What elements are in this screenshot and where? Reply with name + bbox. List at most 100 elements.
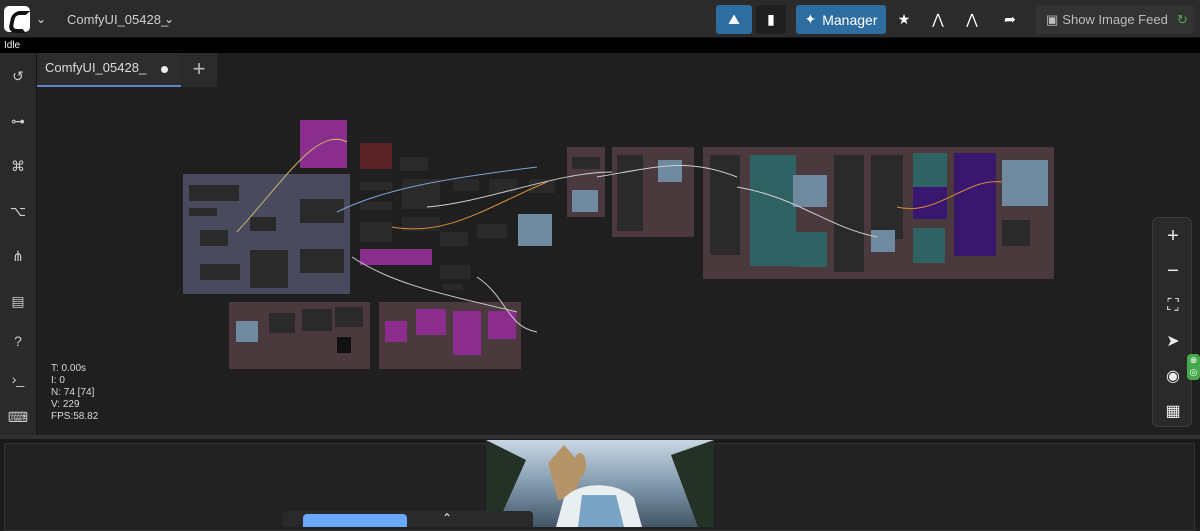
- stat-i: I: 0: [51, 375, 65, 386]
- help-icon[interactable]: ?: [8, 331, 28, 351]
- show-image-feed-button[interactable]: ▣ Show Image Feed ↻: [1036, 5, 1194, 34]
- magenta-node: [488, 311, 516, 339]
- plugin-icon[interactable]: ⊶: [8, 111, 28, 131]
- zoom-out-icon[interactable]: −: [1161, 259, 1185, 283]
- dark-node: [834, 155, 864, 272]
- magenta-node: [453, 311, 481, 355]
- dark-node: [250, 217, 276, 231]
- new-tab-button[interactable]: +: [181, 53, 217, 87]
- status-text: Idle: [4, 40, 21, 51]
- dark-node: [360, 222, 392, 242]
- terminal-icon[interactable]: ›_: [8, 369, 28, 389]
- keyboard-icon[interactable]: ⌨: [8, 407, 28, 427]
- zoom-controls: + − ⛶ ➤ ◉ ▦: [1152, 217, 1192, 427]
- dark-node: [189, 185, 239, 201]
- chevron-up-icon[interactable]: ⌃: [442, 511, 452, 525]
- queue-icon[interactable]: ⛰: [716, 5, 752, 34]
- dark-node: [443, 284, 463, 290]
- dark-node: [1002, 220, 1030, 246]
- magenta-node: [385, 321, 407, 342]
- sidebar: ↺ ⊶ ⌘ ⌥ ⋔ ▤ ? ›_ ⌨: [0, 53, 37, 435]
- image-node: [658, 160, 682, 182]
- refresh-icon: ↻: [1176, 11, 1188, 27]
- magenta-node: [300, 120, 347, 168]
- history-icon[interactable]: ↺: [8, 66, 28, 86]
- run-bar: ⌃: [283, 511, 533, 527]
- dark-node: [200, 230, 228, 246]
- dark-node: [453, 179, 479, 191]
- image-node: [236, 321, 258, 342]
- workflow-title[interactable]: ComfyUI_05428_: [67, 12, 168, 27]
- purple-node: [913, 187, 947, 219]
- teal-node: [913, 153, 947, 187]
- dark-node: [402, 179, 440, 209]
- status-bar: Idle: [0, 38, 1200, 53]
- image-node: [871, 230, 895, 252]
- star-icon[interactable]: ★: [890, 5, 918, 34]
- manager-label: Manager: [822, 11, 878, 28]
- dark-node: [529, 179, 555, 193]
- fit-view-icon[interactable]: ⛶: [1161, 294, 1185, 318]
- comfy-logo-icon[interactable]: [4, 6, 30, 32]
- extension-tag[interactable]: ⊗ ◎: [1187, 354, 1200, 380]
- stat-vertices: V: 229: [51, 399, 80, 410]
- dark-node: [360, 202, 392, 210]
- image-icon: ▣: [1046, 11, 1059, 27]
- dark-node: [250, 250, 288, 288]
- navigate-icon[interactable]: ➤: [1161, 329, 1185, 353]
- top-bar: ⌄ ComfyUI_05428_ ⌄ ⛰ ▮ ✦ Manager ★ ⋀ ⋀ ➦…: [0, 0, 1200, 38]
- share-icon[interactable]: ➦: [996, 5, 1024, 34]
- stat-time: T: 0.00s: [51, 363, 87, 374]
- queue-prompt-button[interactable]: [303, 514, 407, 527]
- dark-node: [200, 264, 240, 280]
- tab-label: ComfyUI_05428_: [45, 60, 147, 75]
- dark-node: [300, 199, 344, 223]
- dark-node: [189, 208, 217, 216]
- bookmark-icon[interactable]: ▮: [756, 5, 786, 34]
- dark-node: [335, 307, 363, 327]
- node-canvas[interactable]: T: 0.00s I: 0 N: 74 [74] V: 229 FPS:58.8…: [37, 87, 1200, 435]
- magenta-node: [416, 309, 446, 335]
- workflow-icon[interactable]: ⌥: [8, 201, 28, 221]
- image-feed-label: Show Image Feed: [1062, 12, 1168, 27]
- dark-node: [617, 155, 643, 231]
- dark-node: [440, 232, 468, 246]
- teal-node: [793, 232, 827, 267]
- dark-node: [337, 337, 351, 353]
- image-node: [793, 175, 827, 207]
- dark-node: [440, 265, 470, 279]
- dark-node: [269, 313, 295, 333]
- dark-node: [302, 309, 332, 331]
- red-node: [360, 143, 392, 169]
- image-node: [518, 214, 552, 246]
- node-library-icon[interactable]: ⌘: [8, 156, 28, 176]
- fork-icon[interactable]: ⋀: [924, 5, 952, 34]
- workflow-graph[interactable]: [37, 87, 1200, 435]
- model-library-icon[interactable]: ⋔: [8, 246, 28, 266]
- minimap-icon[interactable]: ▦: [1161, 399, 1185, 423]
- manager-button[interactable]: ✦ Manager: [796, 5, 886, 34]
- zoom-in-icon[interactable]: +: [1161, 224, 1185, 248]
- magenta-node: [360, 249, 432, 265]
- template-icon[interactable]: ▤: [8, 291, 28, 311]
- puzzle-icon: ✦: [804, 11, 817, 27]
- dark-node: [489, 179, 517, 193]
- image-node: [572, 190, 598, 212]
- dark-node: [572, 157, 600, 169]
- image-node: [1002, 160, 1048, 206]
- canvas-stats: T: 0.00s I: 0 N: 74 [74] V: 229 FPS:58.8…: [51, 363, 98, 423]
- unsaved-dot-icon: [161, 66, 168, 73]
- dark-node: [360, 182, 392, 190]
- teal-node: [750, 155, 796, 266]
- visibility-icon[interactable]: ◉: [1161, 364, 1185, 388]
- tab-workflow[interactable]: ComfyUI_05428_: [37, 53, 181, 87]
- dark-node: [871, 155, 903, 239]
- route-icon[interactable]: ⋀: [958, 5, 986, 34]
- chevron-down-icon[interactable]: ⌄: [36, 12, 46, 26]
- chevron-down-icon[interactable]: ⌄: [164, 12, 174, 26]
- dark-node: [400, 157, 428, 171]
- stat-nodes: N: 74 [74]: [51, 387, 95, 398]
- dark-node: [300, 249, 344, 273]
- teal-node: [913, 228, 945, 263]
- dark-node: [477, 224, 507, 238]
